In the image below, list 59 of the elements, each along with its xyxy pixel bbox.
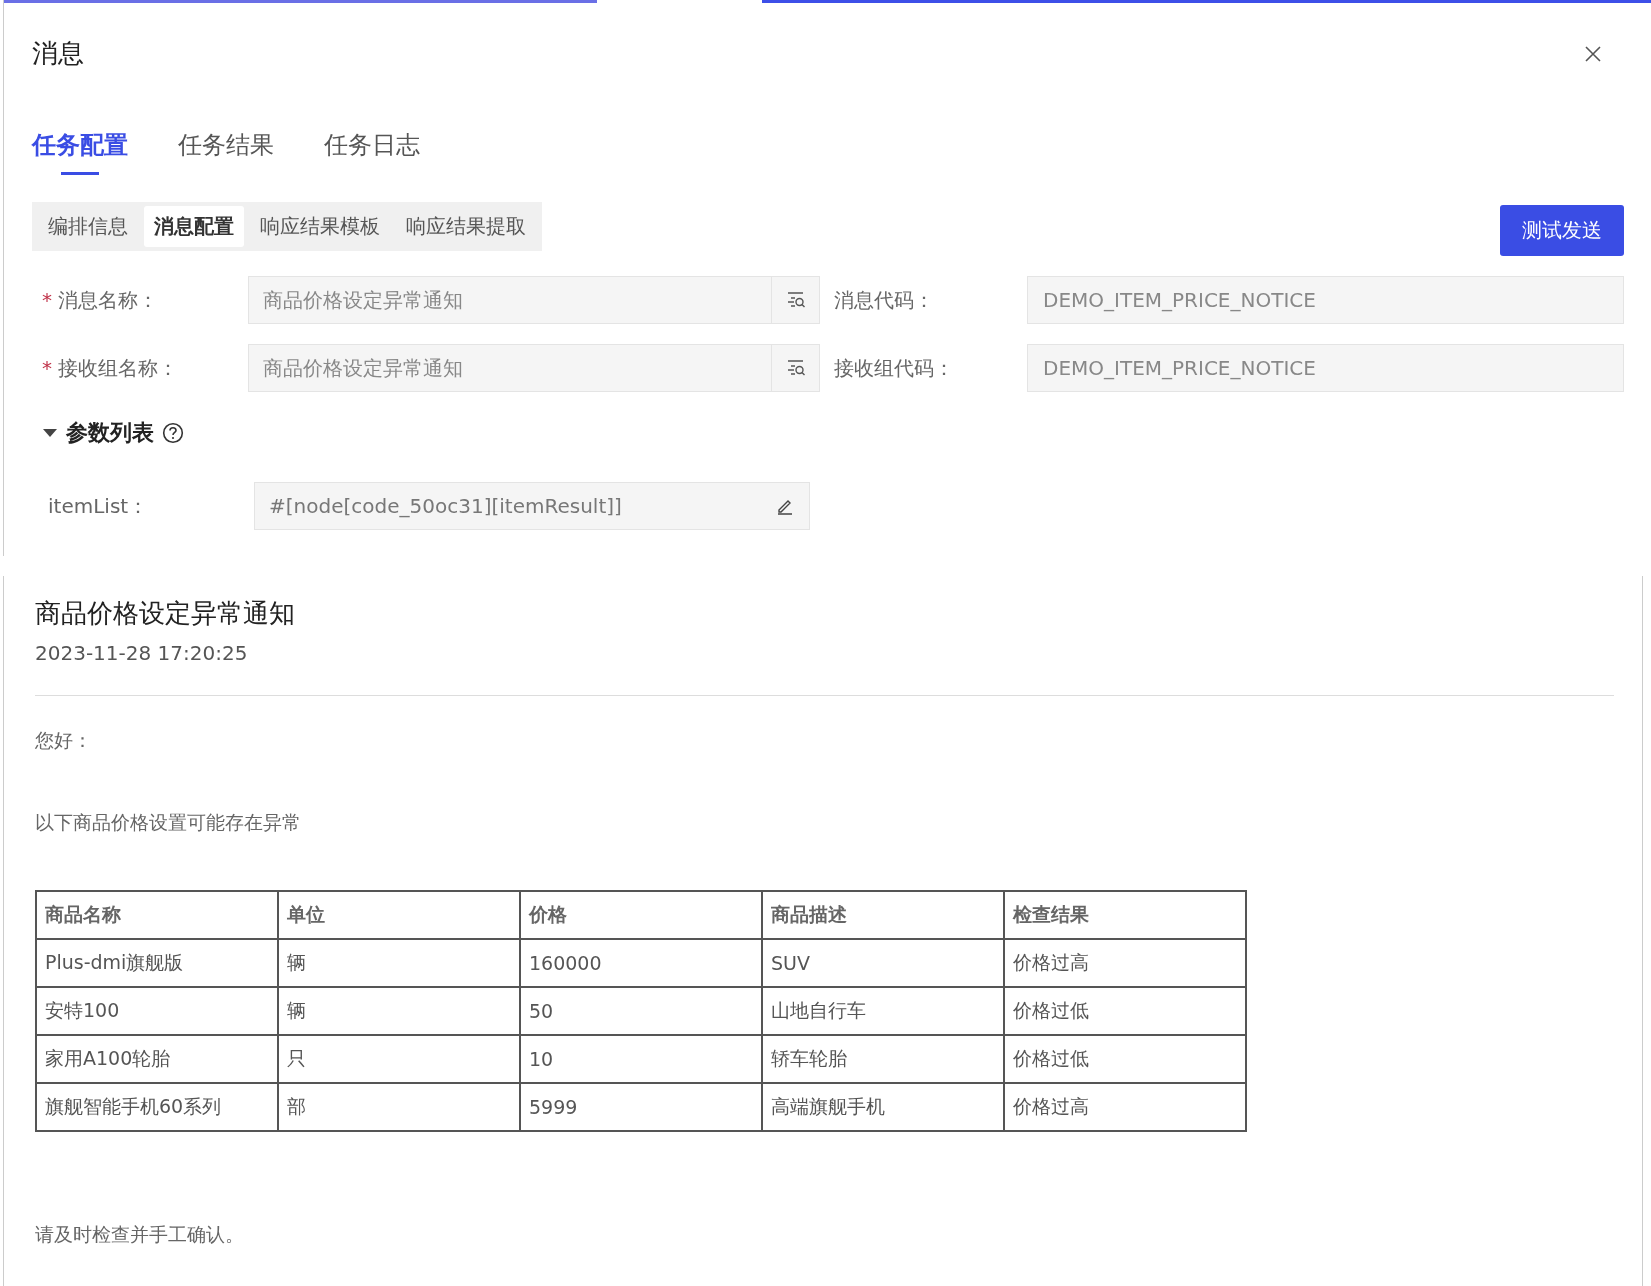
table-cell: 价格过高 bbox=[1004, 939, 1246, 987]
segment-tab[interactable]: 响应结果模板 bbox=[250, 206, 390, 247]
required-mark: * bbox=[42, 355, 52, 380]
table-cell: 山地自行车 bbox=[762, 987, 1004, 1035]
field-label: * 接收组名称： bbox=[41, 354, 179, 382]
test-send-button[interactable]: 测试发送 bbox=[1500, 205, 1624, 256]
segment-tab[interactable]: 响应结果提取 bbox=[396, 206, 536, 247]
segment-tab[interactable]: 编排信息 bbox=[38, 206, 138, 247]
field-label: itemList： bbox=[47, 492, 150, 520]
table-cell: 旗舰智能手机60系列 bbox=[36, 1083, 278, 1131]
message-title: 商品价格设定异常通知 bbox=[35, 597, 296, 630]
search-list-icon bbox=[785, 359, 806, 377]
column-header: 商品描述 bbox=[762, 891, 1004, 939]
tab[interactable]: 任务日志 bbox=[324, 129, 420, 175]
input-field[interactable]: DEMO_ITEM_PRICE_NOTICE bbox=[1027, 276, 1624, 324]
table-cell: 5999 bbox=[520, 1083, 762, 1131]
table-cell: 辆 bbox=[278, 939, 520, 987]
search-list-button[interactable] bbox=[772, 344, 820, 392]
table-cell: 价格过低 bbox=[1004, 987, 1246, 1035]
column-header: 单位 bbox=[278, 891, 520, 939]
table-cell: 价格过低 bbox=[1004, 1035, 1246, 1083]
table-cell: 轿车轮胎 bbox=[762, 1035, 1004, 1083]
help-icon[interactable] bbox=[162, 422, 184, 444]
required-mark: * bbox=[42, 287, 52, 312]
table-cell: 只 bbox=[278, 1035, 520, 1083]
search-list-icon bbox=[785, 291, 806, 309]
input-field[interactable]: DEMO_ITEM_PRICE_NOTICE bbox=[1027, 344, 1624, 392]
segment-tab[interactable]: 消息配置 bbox=[144, 206, 244, 247]
table-cell: 价格过高 bbox=[1004, 1083, 1246, 1131]
table-cell: 家用A100轮胎 bbox=[36, 1035, 278, 1083]
table-cell: SUV bbox=[762, 939, 1004, 987]
dialog-title: 消息 bbox=[32, 37, 84, 70]
field-label: 消息代码： bbox=[833, 286, 935, 314]
table-cell: 安特100 bbox=[36, 987, 278, 1035]
message-date: 2023-11-28 17:20:25 bbox=[35, 641, 249, 665]
greeting-text: 您好： bbox=[35, 728, 93, 753]
tab[interactable]: 任务结果 bbox=[178, 129, 274, 175]
search-list-button[interactable] bbox=[772, 276, 820, 324]
table-cell: 高端旗舰手机 bbox=[762, 1083, 1004, 1131]
intro-text: 以下商品价格设置可能存在异常 bbox=[35, 810, 302, 835]
caret-icon[interactable] bbox=[42, 427, 58, 439]
close-icon[interactable] bbox=[1584, 44, 1602, 63]
field-label: 接收组代码： bbox=[833, 354, 955, 382]
closing-text: 请及时检查并手工确认。 bbox=[35, 1222, 245, 1247]
column-header: 检查结果 bbox=[1004, 891, 1246, 939]
section-title: 参数列表 bbox=[66, 419, 154, 447]
input-field[interactable]: #[node[code_50oc31][itemResult]] bbox=[254, 482, 810, 530]
input-field[interactable]: 商品价格设定异常通知 bbox=[248, 276, 772, 324]
table-cell: 辆 bbox=[278, 987, 520, 1035]
column-header: 价格 bbox=[520, 891, 762, 939]
table-cell: 部 bbox=[278, 1083, 520, 1131]
tab[interactable]: 任务配置 bbox=[32, 129, 128, 175]
table-cell: 160000 bbox=[520, 939, 762, 987]
input-field[interactable]: 商品价格设定异常通知 bbox=[248, 344, 772, 392]
table-cell: Plus-dmi旗舰版 bbox=[36, 939, 278, 987]
column-header: 商品名称 bbox=[36, 891, 278, 939]
table-cell: 50 bbox=[520, 987, 762, 1035]
field-label: * 消息名称： bbox=[41, 286, 159, 314]
table-cell: 10 bbox=[520, 1035, 762, 1083]
